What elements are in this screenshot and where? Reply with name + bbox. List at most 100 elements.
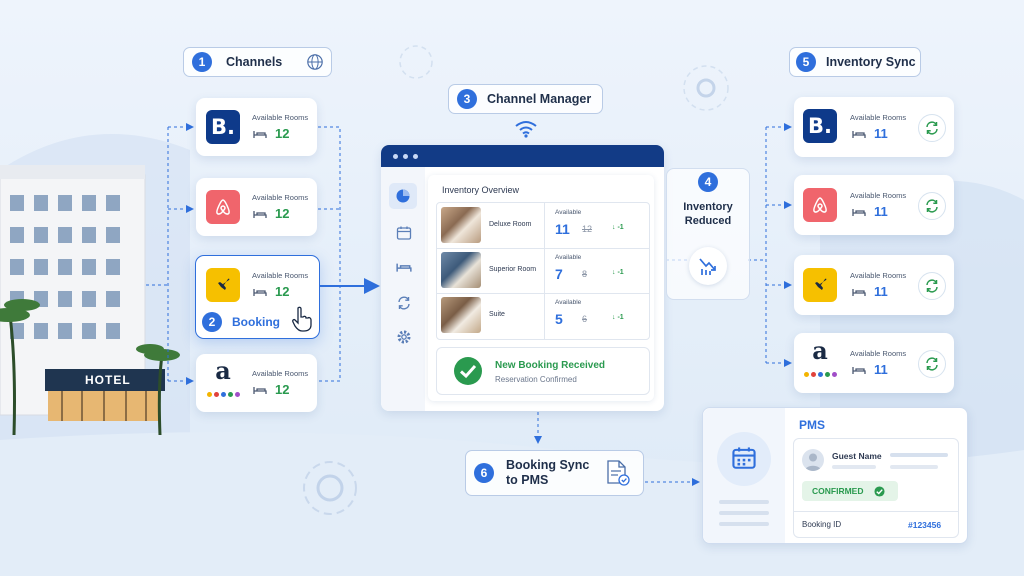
notice-subtitle: Reservation Confirmed bbox=[495, 375, 577, 384]
table-divider bbox=[544, 203, 545, 339]
step-inventory-sync: 5 Inventory Sync bbox=[789, 47, 921, 77]
globe-icon bbox=[307, 54, 324, 70]
inventory-table: Deluxe Room Available 11 12 ↓ -1 Superio… bbox=[436, 202, 650, 340]
available-rooms-value: 12 bbox=[275, 284, 290, 299]
available-rooms-value: 11 bbox=[874, 362, 888, 377]
room-name: Deluxe Room bbox=[489, 221, 532, 228]
placeholder-line bbox=[719, 522, 769, 526]
avatar bbox=[802, 449, 824, 471]
room-photo bbox=[441, 297, 481, 333]
jet-logo bbox=[206, 268, 240, 302]
airplane-icon bbox=[813, 278, 827, 292]
placeholder-line bbox=[890, 453, 948, 457]
amazon-logo: a bbox=[206, 355, 240, 398]
guest-name-label: Guest Name bbox=[832, 451, 882, 461]
sync-badge[interactable] bbox=[918, 114, 946, 142]
available-rooms-value: 12 bbox=[275, 382, 290, 397]
jet-logo bbox=[803, 268, 837, 302]
sync-badge[interactable] bbox=[918, 272, 946, 300]
step-label-line1: Booking Sync bbox=[506, 458, 590, 472]
available-rooms-label: Available Rooms bbox=[252, 271, 309, 280]
status-text: CONFIRMED bbox=[812, 486, 864, 496]
sidebar bbox=[381, 167, 425, 411]
step-label: Booking bbox=[232, 315, 280, 329]
bed-icon[interactable] bbox=[396, 261, 412, 273]
sidebar-item-dashboard[interactable] bbox=[389, 183, 417, 209]
airbnb-logo bbox=[803, 188, 837, 222]
sync-icon bbox=[926, 199, 938, 213]
calendar-icon[interactable] bbox=[396, 225, 412, 241]
gear-icon[interactable] bbox=[396, 329, 412, 345]
wifi-icon bbox=[515, 121, 537, 138]
airbnb-icon bbox=[216, 199, 230, 215]
inventory-title: Inventory Overview bbox=[442, 185, 520, 195]
bed-icon bbox=[253, 131, 267, 138]
placeholder-line bbox=[719, 500, 769, 504]
available-rooms-label: Available Rooms bbox=[252, 113, 309, 122]
step-label: Inventory Sync bbox=[826, 55, 916, 69]
channel-card-amazon-synced: a Available Rooms 11 bbox=[794, 333, 954, 393]
available-rooms-label: Available Rooms bbox=[850, 349, 907, 358]
available-label: Available bbox=[555, 254, 582, 261]
room-photo bbox=[441, 252, 481, 288]
rooms-new-value: 5 bbox=[555, 311, 563, 327]
channel-card-airbnb: Available Rooms 12 bbox=[196, 178, 317, 236]
sync-badge[interactable] bbox=[918, 192, 946, 220]
window-dot bbox=[413, 154, 418, 159]
delta-value: -1 bbox=[617, 314, 624, 321]
bed-icon bbox=[852, 289, 866, 296]
window-dot bbox=[393, 154, 398, 159]
sync-icon bbox=[926, 121, 938, 135]
step-channels: 1 Channels bbox=[183, 47, 332, 77]
airbnb-logo bbox=[206, 190, 240, 224]
available-rooms-value: 12 bbox=[275, 206, 290, 221]
chart-down-icon bbox=[699, 258, 716, 275]
placeholder-line bbox=[832, 465, 876, 469]
pms-card: PMS Guest Name CONFIRMED Booking ID #123… bbox=[702, 407, 968, 544]
available-rooms-value: 11 bbox=[874, 204, 888, 219]
channel-card-amazon: a Available Rooms 12 bbox=[196, 354, 317, 412]
rooms-new-value: 11 bbox=[555, 221, 570, 237]
color-dots-icon bbox=[803, 364, 838, 382]
available-label: Available bbox=[555, 209, 582, 216]
pms-left-panel bbox=[703, 408, 785, 543]
calendar-icon bbox=[732, 447, 756, 469]
chart-down-badge bbox=[689, 247, 727, 285]
window-titlebar bbox=[381, 145, 664, 167]
available-rooms-label: Available Rooms bbox=[850, 271, 907, 280]
status-badge: CONFIRMED bbox=[802, 481, 898, 501]
airbnb-icon bbox=[813, 197, 827, 213]
booking-logo: B. bbox=[206, 110, 240, 144]
step-label: Channel Manager bbox=[487, 92, 592, 106]
available-rooms-value: 11 bbox=[874, 284, 888, 299]
room-name: Superior Room bbox=[489, 266, 537, 273]
sync-badge[interactable] bbox=[918, 350, 946, 378]
step-label: Channels bbox=[226, 55, 283, 69]
user-icon bbox=[805, 453, 821, 471]
bed-icon bbox=[852, 131, 866, 138]
sync-icon[interactable] bbox=[396, 295, 412, 311]
pms-title: PMS bbox=[799, 418, 826, 432]
sync-icon bbox=[926, 357, 938, 371]
step-number: 5 bbox=[796, 52, 816, 72]
channel-card-jet-booking[interactable]: Available Rooms 12 2 Booking bbox=[195, 255, 320, 339]
step-number: 4 bbox=[698, 172, 718, 192]
step-booking-sync: 6 Booking Sync to PMS bbox=[465, 450, 644, 496]
bed-icon bbox=[253, 211, 267, 218]
bed-icon bbox=[852, 209, 866, 216]
table-divider bbox=[437, 293, 649, 294]
inventory-panel: Inventory Overview Deluxe Room Available… bbox=[428, 175, 654, 401]
channel-card-airbnb-synced: Available Rooms 11 bbox=[794, 175, 954, 235]
booking-id-value: #123456 bbox=[908, 520, 942, 530]
bed-icon bbox=[852, 367, 866, 374]
channel-manager-window: Inventory Overview Deluxe Room Available… bbox=[381, 145, 664, 411]
rooms-new-value: 7 bbox=[555, 266, 563, 282]
bed-icon bbox=[253, 289, 267, 296]
placeholder-line bbox=[719, 511, 769, 515]
channel-card-booking: B. Available Rooms 12 bbox=[196, 98, 317, 156]
step-label-line1: Inventory bbox=[683, 201, 733, 213]
step-number: 1 bbox=[192, 52, 212, 72]
booking-id-label: Booking ID bbox=[802, 520, 842, 529]
amazon-letter: a bbox=[215, 355, 231, 385]
available-rooms-value: 12 bbox=[275, 126, 290, 141]
